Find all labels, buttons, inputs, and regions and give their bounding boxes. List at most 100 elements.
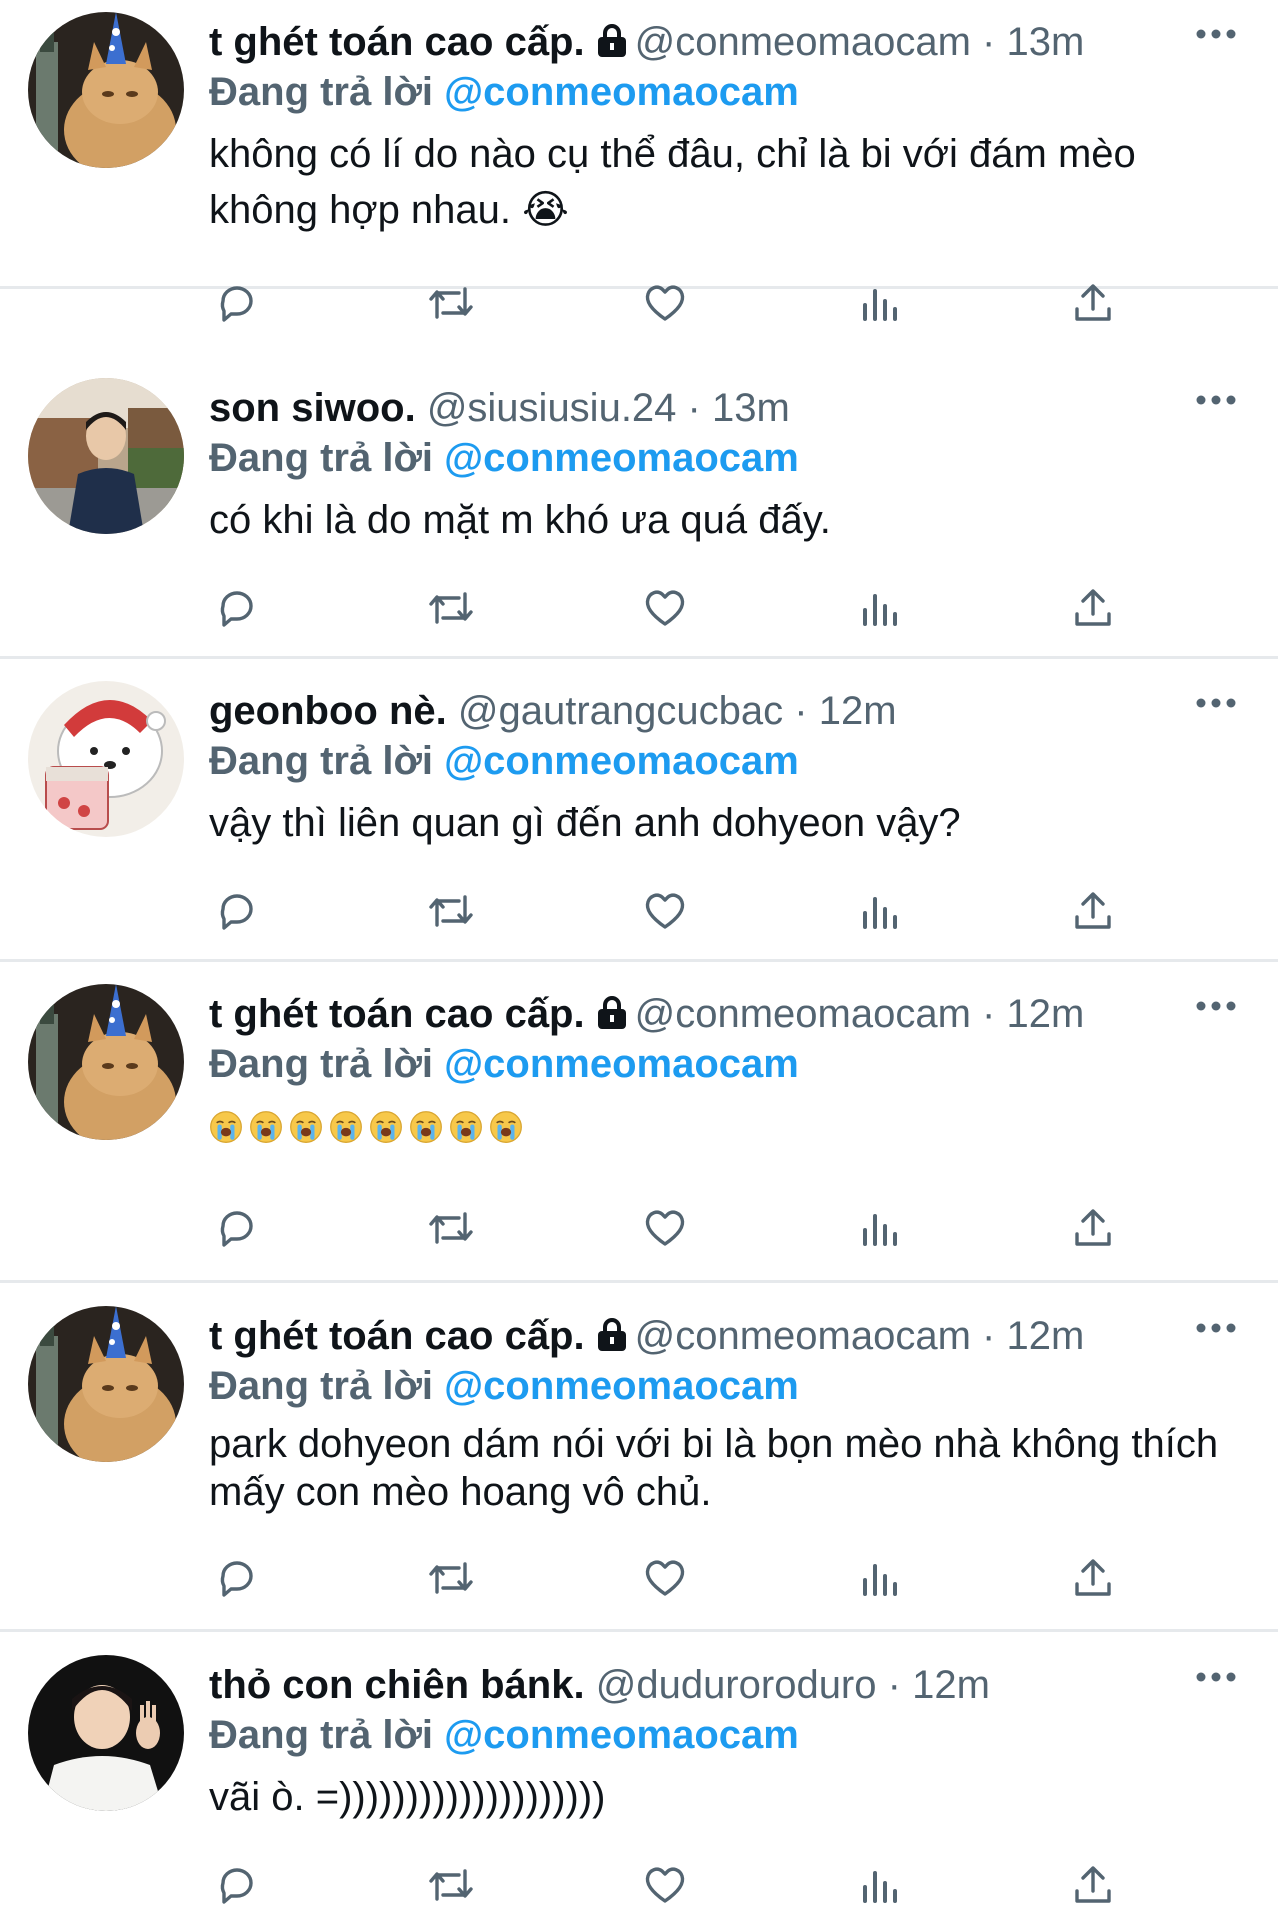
handle[interactable]: @siusiusiu.24: [427, 386, 677, 430]
reply-button[interactable]: [209, 883, 265, 939]
share-icon: [1069, 1204, 1117, 1252]
views-icon: [855, 1554, 903, 1602]
views-button[interactable]: [851, 1857, 907, 1913]
reply-icon: [213, 887, 261, 935]
reply-mention-link[interactable]: @conmeomaocam: [444, 1713, 799, 1757]
views-button[interactable]: [851, 1200, 907, 1256]
retweet-button[interactable]: [423, 275, 479, 331]
tweet[interactable]: geonboo nè. @gautrangcucbac · 12m Đang t…: [0, 669, 1278, 962]
display-name[interactable]: t ghét toán cao cấp.: [209, 992, 585, 1036]
retweet-button[interactable]: [423, 1550, 479, 1606]
more-options-icon[interactable]: [1194, 1667, 1238, 1687]
handle[interactable]: @gautrangcucbac: [458, 689, 783, 733]
timestamp[interactable]: 12m: [819, 689, 897, 733]
reply-button[interactable]: [209, 275, 265, 331]
reply-mention-link[interactable]: @conmeomaocam: [444, 70, 799, 114]
tweet-text: [209, 1110, 523, 1144]
display-name[interactable]: t ghét toán cao cấp.: [209, 1314, 585, 1358]
reply-prefix: Đang trả lời: [209, 1042, 434, 1086]
crying-face-emoji: [409, 1110, 443, 1144]
views-button[interactable]: [851, 275, 907, 331]
share-button[interactable]: [1065, 883, 1121, 939]
like-button[interactable]: [637, 1200, 693, 1256]
reply-button[interactable]: [209, 1200, 265, 1256]
share-button[interactable]: [1065, 580, 1121, 636]
avatar[interactable]: [28, 1655, 184, 1811]
views-button[interactable]: [851, 1550, 907, 1606]
views-icon: [855, 887, 903, 935]
views-button[interactable]: [851, 883, 907, 939]
reply-icon: [213, 1861, 261, 1909]
display-name[interactable]: t ghét toán cao cấp.: [209, 20, 585, 64]
action-bar: [209, 883, 1129, 939]
replying-to: Đang trả lời @conmeomaocam: [209, 1358, 799, 1414]
tweet-header: t ghét toán cao cấp. @conmeomaocam · 12m: [209, 986, 1084, 1042]
timestamp[interactable]: 12m: [1006, 1314, 1084, 1358]
more-options-icon[interactable]: [1194, 693, 1238, 713]
like-button[interactable]: [637, 1857, 693, 1913]
tweet[interactable]: t ghét toán cao cấp. @conmeomaocam · 12m …: [0, 1294, 1278, 1632]
retweet-button[interactable]: [423, 883, 479, 939]
share-icon: [1069, 1554, 1117, 1602]
separator: ·: [887, 1663, 901, 1707]
action-bar: [209, 1857, 1129, 1913]
timestamp[interactable]: 13m: [712, 386, 790, 430]
handle[interactable]: @conmeomaocam: [635, 992, 971, 1036]
more-options-icon[interactable]: [1194, 390, 1238, 410]
handle[interactable]: @conmeomaocam: [635, 20, 971, 64]
separator: ·: [982, 992, 996, 1036]
reply-button[interactable]: [209, 1550, 265, 1606]
more-options-icon[interactable]: [1194, 1318, 1238, 1338]
avatar[interactable]: [28, 12, 184, 168]
tweet[interactable]: t ghét toán cao cấp. @conmeomaocam · 12m …: [0, 972, 1278, 1283]
tweet[interactable]: thỏ con chiên bánk. @duduroroduro · 12m …: [0, 1643, 1278, 1920]
share-icon: [1069, 279, 1117, 327]
share-icon: [1069, 1861, 1117, 1909]
crying-face-emoji: [209, 1110, 243, 1144]
share-button[interactable]: [1065, 275, 1121, 331]
retweet-button[interactable]: [423, 1200, 479, 1256]
avatar[interactable]: [28, 984, 184, 1140]
tweet[interactable]: t ghét toán cao cấp. @conmeomaocam · 13m …: [0, 0, 1278, 322]
avatar[interactable]: [28, 378, 184, 534]
retweet-button[interactable]: [423, 1857, 479, 1913]
share-button[interactable]: [1065, 1550, 1121, 1606]
display-name[interactable]: geonboo nè.: [209, 689, 447, 733]
reply-mention-link[interactable]: @conmeomaocam: [444, 436, 799, 480]
reply-prefix: Đang trả lời: [209, 1713, 434, 1757]
views-button[interactable]: [851, 580, 907, 636]
share-button[interactable]: [1065, 1200, 1121, 1256]
tweet[interactable]: son siwoo. @siusiusiu.24 · 13m Đang trả …: [0, 366, 1278, 659]
retweet-icon: [425, 887, 477, 935]
timestamp[interactable]: 12m: [912, 1663, 990, 1707]
display-name[interactable]: son siwoo.: [209, 386, 416, 430]
handle[interactable]: @conmeomaocam: [635, 1314, 971, 1358]
reply-button[interactable]: [209, 1857, 265, 1913]
more-options-icon[interactable]: [1194, 24, 1238, 44]
avatar[interactable]: [28, 681, 184, 837]
reply-mention-link[interactable]: @conmeomaocam: [444, 1364, 799, 1408]
like-icon: [641, 1554, 689, 1602]
like-button[interactable]: [637, 883, 693, 939]
reply-mention-link[interactable]: @conmeomaocam: [444, 739, 799, 783]
display-name[interactable]: thỏ con chiên bánk.: [209, 1663, 585, 1707]
handle[interactable]: @duduroroduro: [596, 1663, 877, 1707]
tweet-text: park dohyeon dám nói với bi là bọn mèo n…: [209, 1422, 1219, 1514]
crying-face-emoji: [249, 1110, 283, 1144]
retweet-icon: [425, 1204, 477, 1252]
avatar[interactable]: [28, 1306, 184, 1462]
retweet-button[interactable]: [423, 580, 479, 636]
more-options-icon[interactable]: [1194, 996, 1238, 1016]
like-icon: [641, 279, 689, 327]
like-button[interactable]: [637, 275, 693, 331]
timestamp[interactable]: 12m: [1006, 992, 1084, 1036]
like-button[interactable]: [637, 580, 693, 636]
like-button[interactable]: [637, 1550, 693, 1606]
views-icon: [855, 1204, 903, 1252]
share-icon: [1069, 584, 1117, 632]
share-button[interactable]: [1065, 1857, 1121, 1913]
reply-mention-link[interactable]: @conmeomaocam: [444, 1042, 799, 1086]
reply-button[interactable]: [209, 580, 265, 636]
tweet-header: geonboo nè. @gautrangcucbac · 12m: [209, 683, 897, 739]
timestamp[interactable]: 13m: [1006, 20, 1084, 64]
